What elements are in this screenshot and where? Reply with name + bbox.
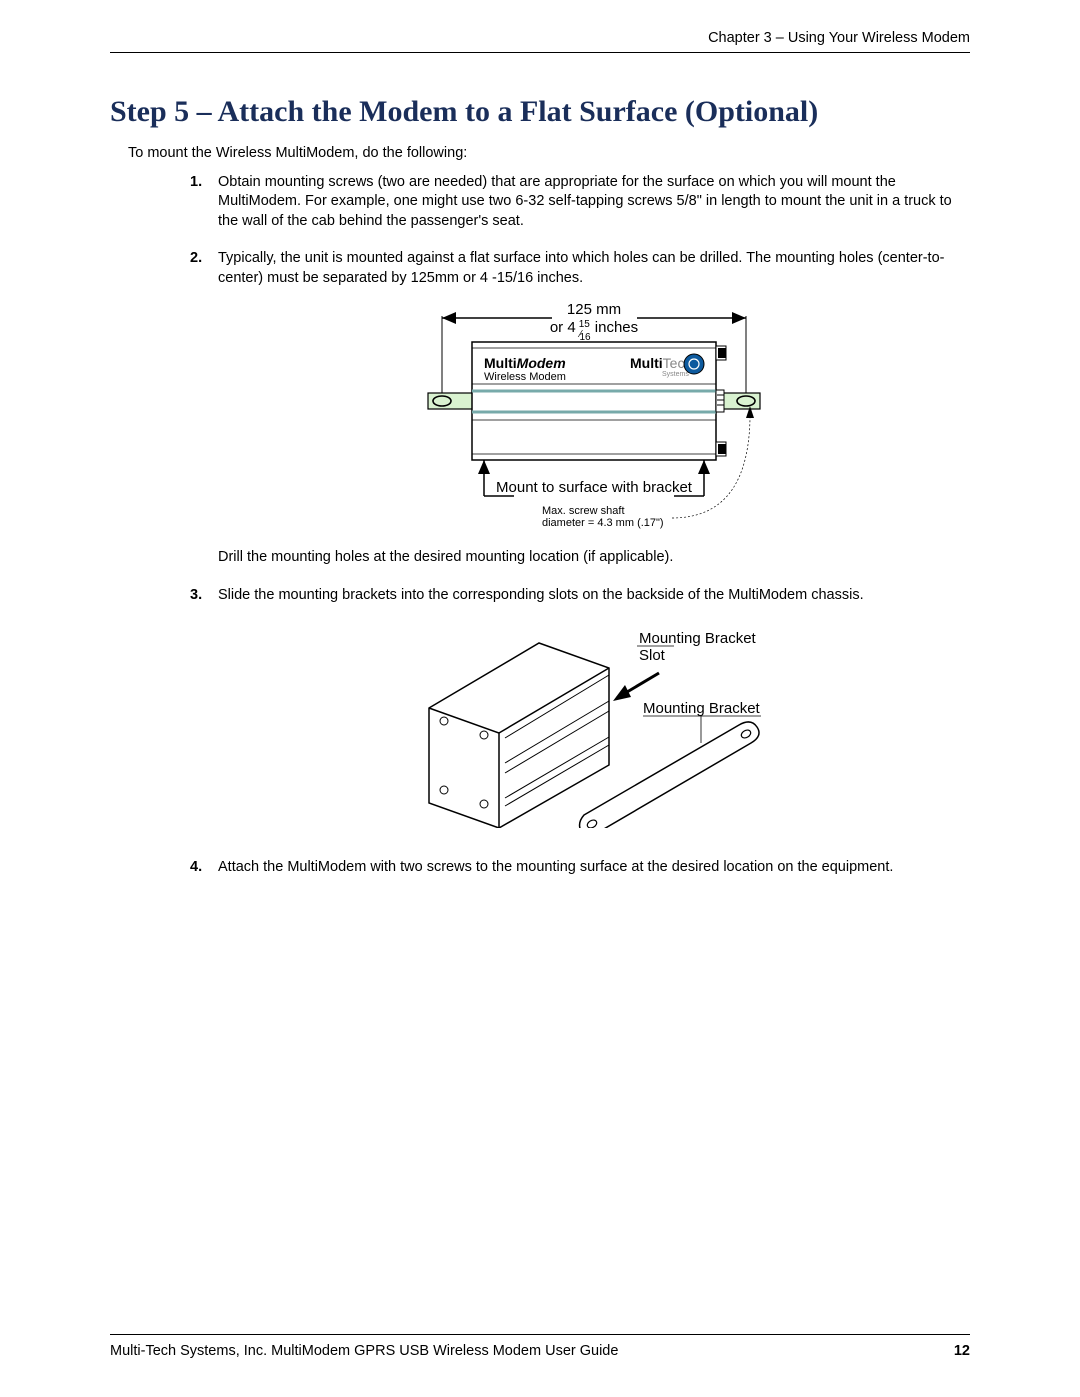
- footer-text: Multi-Tech Systems, Inc. MultiModem GPRS…: [110, 1343, 618, 1359]
- step-text: Slide the mounting brackets into the cor…: [218, 586, 970, 841]
- svg-text:Wireless Modem: Wireless Modem: [484, 371, 566, 383]
- step-number: 4.: [190, 858, 218, 878]
- step2-main: Typically, the unit is mounted against a…: [218, 250, 944, 286]
- page-number: 12: [954, 1343, 970, 1359]
- intro-text: To mount the Wireless MultiModem, do the…: [128, 145, 970, 161]
- svg-text:Max. screw shaft: Max. screw shaft: [542, 505, 625, 517]
- step-number: 2.: [190, 249, 218, 568]
- svg-text:MultiTech: MultiTech: [630, 355, 692, 371]
- mounting-diagram-icon: 125 mm or 415⁄16 inches: [422, 296, 766, 536]
- step-item-2: 2. Typically, the unit is mounted agains…: [190, 249, 970, 568]
- svg-text:Slot: Slot: [639, 647, 666, 664]
- step-item-4: 4. Attach the MultiModem with two screws…: [190, 858, 970, 878]
- svg-text:Mounting Bracket: Mounting Bracket: [643, 700, 761, 717]
- header-chapter: Chapter 3 – Using Your Wireless Modem: [110, 30, 970, 53]
- svg-text:diameter = 4.3 mm (.17"): diameter = 4.3 mm (.17"): [542, 517, 664, 529]
- svg-text:Systems: Systems: [662, 371, 689, 378]
- step2-ext: Drill the mounting holes at the desired …: [218, 548, 970, 568]
- step-item-1: 1. Obtain mounting screws (two are neede…: [190, 173, 970, 232]
- svg-text:Mount to surface with bracket: Mount to surface with bracket: [496, 479, 693, 496]
- section-title: Step 5 – Attach the Modem to a Flat Surf…: [110, 93, 970, 131]
- step-text: Obtain mounting screws (two are needed) …: [218, 173, 970, 232]
- step-number: 1.: [190, 173, 218, 232]
- svg-text:125 mm: 125 mm: [567, 301, 621, 318]
- svg-text:or 415⁄16 inches: or 415⁄16 inches: [550, 319, 638, 343]
- bracket-diagram-icon: Mounting Bracket Slot Mounting Bracket: [409, 613, 779, 828]
- svg-text:Mounting Bracket: Mounting Bracket: [639, 630, 757, 647]
- step-item-3: 3. Slide the mounting brackets into the …: [190, 586, 970, 841]
- svg-text:MultiModem: MultiModem: [484, 355, 566, 371]
- step-number: 3.: [190, 586, 218, 841]
- step-text: Typically, the unit is mounted against a…: [218, 249, 970, 568]
- step3-main: Slide the mounting brackets into the cor…: [218, 587, 864, 603]
- step-text: Attach the MultiModem with two screws to…: [218, 858, 970, 878]
